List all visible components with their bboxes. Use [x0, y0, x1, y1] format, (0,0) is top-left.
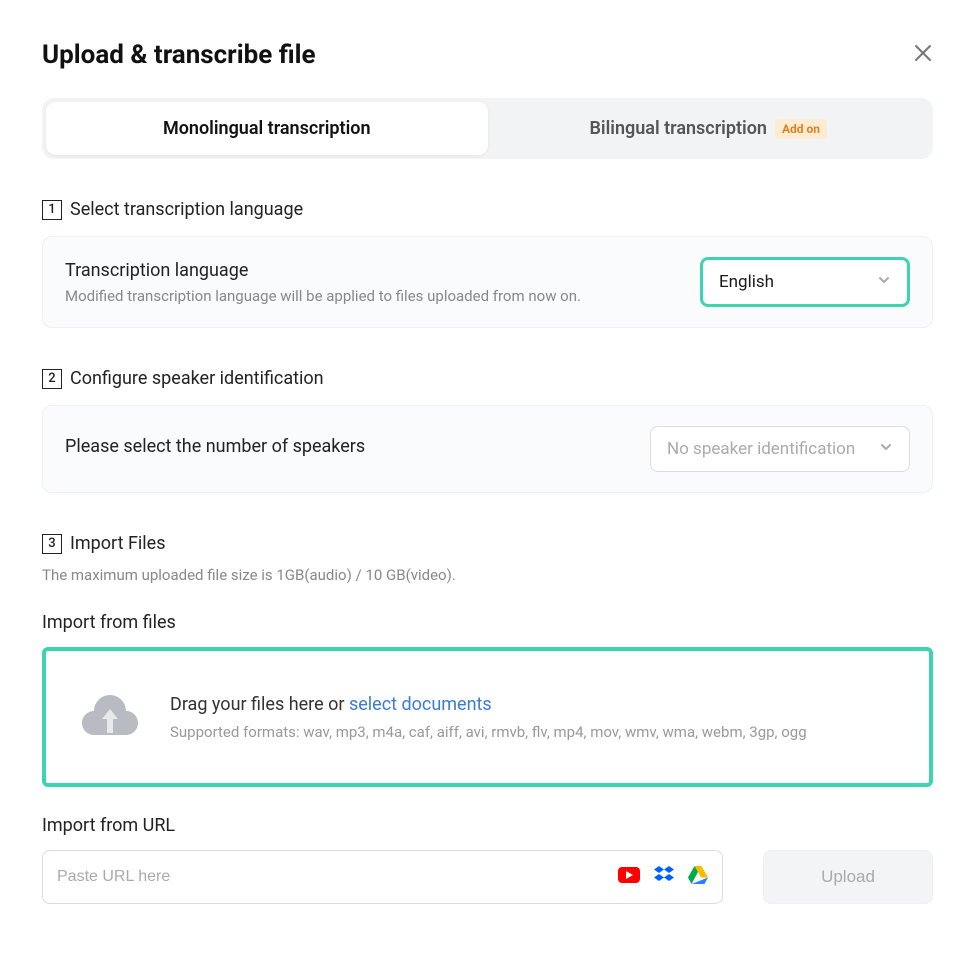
language-panel: Transcription language Modified transcri… [42, 236, 933, 328]
drop-instruction: Drag your files here or select documents [170, 694, 807, 715]
language-subtitle: Modified transcription language will be … [65, 287, 581, 305]
step-text: Configure speaker identification [70, 368, 324, 389]
page-title: Upload & transcribe file [42, 40, 316, 70]
close-icon [913, 43, 933, 63]
step-number: 1 [42, 200, 62, 220]
tab-monolingual[interactable]: Monolingual transcription [46, 102, 488, 155]
language-select[interactable]: English [700, 257, 910, 307]
file-size-hint: The maximum uploaded file size is 1GB(au… [42, 566, 933, 584]
speaker-selected-value: No speaker identification [667, 439, 855, 459]
file-dropzone[interactable]: Drag your files here or select documents… [42, 647, 933, 787]
language-title: Transcription language [65, 260, 581, 281]
transcription-tabs: Monolingual transcription Bilingual tran… [42, 98, 933, 159]
supported-formats: Supported formats: wav, mp3, m4a, caf, a… [170, 723, 807, 741]
import-url-heading: Import from URL [42, 815, 933, 836]
speaker-title: Please select the number of speakers [65, 436, 365, 457]
chevron-down-icon [879, 440, 893, 458]
cloud-upload-icon [82, 691, 138, 743]
url-input-container [42, 850, 723, 904]
step-number: 2 [42, 369, 62, 389]
step-text: Select transcription language [70, 199, 303, 220]
dropbox-icon[interactable] [654, 866, 674, 888]
step-2-label: 2 Configure speaker identification [42, 368, 933, 389]
step-text: Import Files [70, 533, 165, 554]
upload-button[interactable]: Upload [763, 850, 933, 904]
tab-bilingual[interactable]: Bilingual transcription Add on [488, 102, 930, 155]
step-number: 3 [42, 534, 62, 554]
addon-badge: Add on [775, 119, 827, 139]
close-button[interactable] [913, 43, 933, 68]
tab-label: Bilingual transcription [590, 118, 767, 139]
step-3-label: 3 Import Files [42, 533, 933, 554]
import-files-heading: Import from files [42, 612, 933, 633]
tab-label: Monolingual transcription [163, 118, 371, 139]
speaker-panel: Please select the number of speakers No … [42, 405, 933, 493]
language-selected-value: English [719, 272, 774, 292]
speaker-select[interactable]: No speaker identification [650, 426, 910, 472]
select-documents-link[interactable]: select documents [349, 694, 492, 715]
url-input[interactable] [57, 868, 618, 886]
google-drive-icon[interactable] [688, 866, 708, 888]
youtube-icon[interactable] [618, 867, 640, 887]
step-1-label: 1 Select transcription language [42, 199, 933, 220]
chevron-down-icon [877, 273, 891, 291]
